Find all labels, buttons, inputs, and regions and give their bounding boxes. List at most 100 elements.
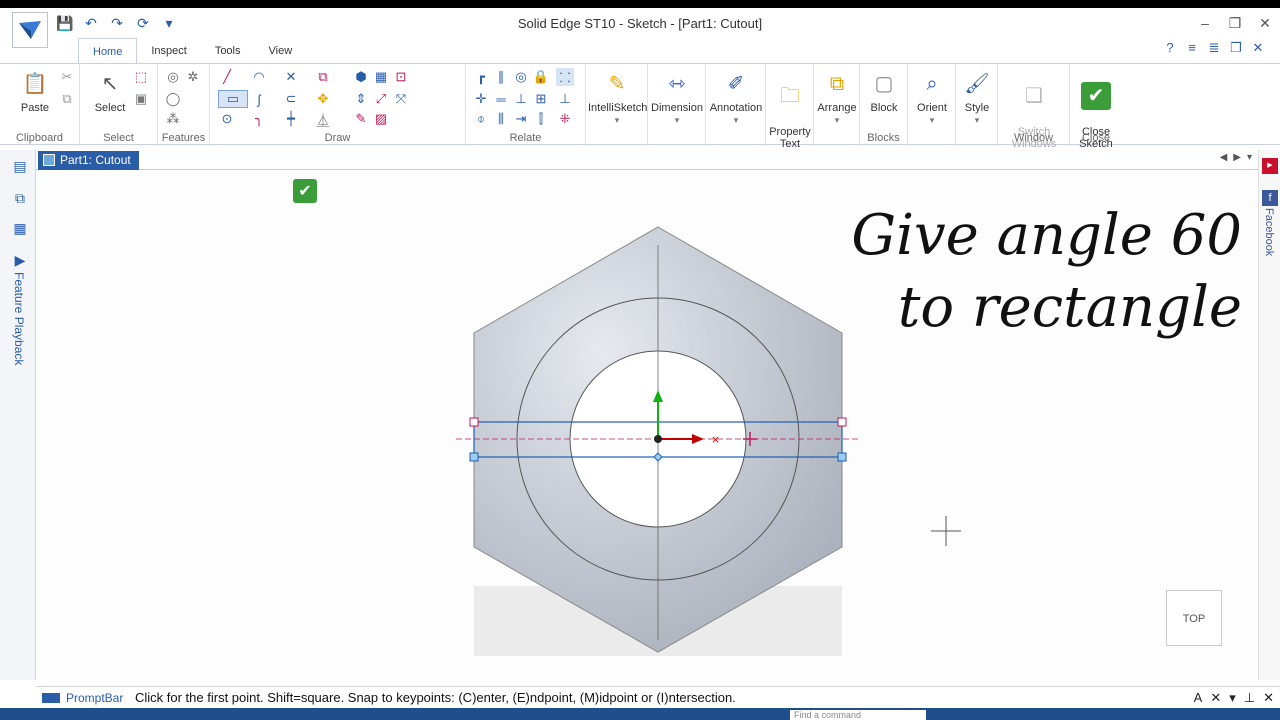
move-icon[interactable]: ✥: [314, 90, 332, 108]
group-orient: ⌕ Orient ▾: [908, 64, 956, 146]
arrange-button[interactable]: ⧉ Arrange ▾: [816, 70, 858, 126]
mirror-icon[interactable]: ⏅: [314, 110, 332, 128]
ribbon-tabs: Home Inspect Tools View: [78, 38, 306, 64]
collapse-icon[interactable]: ✕: [1210, 690, 1221, 706]
copy-icon[interactable]: ⧉: [58, 90, 76, 108]
feature-playback-icon[interactable]: ▶: [10, 252, 30, 272]
style-button[interactable]: 🖌 Style ▾: [958, 70, 996, 126]
intellisketch-label: IntelliSketch: [588, 102, 648, 114]
tab-prev-icon[interactable]: ◀: [1220, 152, 1228, 163]
extend-icon[interactable]: ⊂: [282, 90, 300, 108]
group-label-window: Window: [1013, 132, 1054, 144]
window-select-icon[interactable]: ▣: [132, 90, 150, 108]
promptbar-label[interactable]: PromptBar: [42, 691, 123, 705]
arc-icon[interactable]: ◠: [250, 68, 268, 86]
document-tab[interactable]: Part1: Cutout: [38, 151, 139, 170]
cut-icon[interactable]: ✂: [58, 68, 76, 86]
view-orientation-cube[interactable]: TOP: [1166, 590, 1222, 646]
restore-doc-icon[interactable]: ❐: [1228, 40, 1244, 56]
maintain-relationships-icon[interactable]: ⊥: [556, 90, 574, 108]
layout-icon[interactable]: ≡: [1184, 40, 1200, 56]
symmetric-icon[interactable]: ⊡: [392, 68, 410, 86]
rect-corner-handle[interactable]: [837, 417, 847, 427]
block-button[interactable]: ▢ Block: [864, 70, 904, 114]
close-sketch-check-icon: ✔: [1081, 82, 1111, 110]
close-promptbar-icon[interactable]: ✕: [1263, 690, 1274, 706]
fill-icon[interactable]: ▨: [372, 110, 390, 128]
property-text-label: Property Text: [769, 126, 811, 150]
scale-icon[interactable]: ⤧: [392, 90, 410, 108]
connect-icon[interactable]: ┏: [472, 68, 490, 86]
horizontal-vertical-icon[interactable]: ✛: [472, 90, 490, 108]
tab-view[interactable]: View: [255, 38, 307, 64]
orient-button[interactable]: ⌕ Orient ▾: [912, 70, 952, 126]
circle-icon[interactable]: ⊙: [218, 110, 236, 128]
symmetric-relate-icon[interactable]: ⫼: [492, 110, 510, 128]
gear-feature-icon[interactable]: ✲: [184, 68, 202, 86]
hole-feature-icon[interactable]: ◎: [164, 68, 182, 86]
options-icon[interactable]: ≣: [1206, 40, 1222, 56]
perpendicular-icon[interactable]: ⊥: [512, 90, 530, 108]
project-icon[interactable]: ⬢: [352, 68, 370, 86]
relationship-handles-icon[interactable]: ⸬: [556, 68, 574, 86]
layers-icon[interactable]: ⧉: [10, 190, 30, 210]
close-icon[interactable]: ✕: [1250, 12, 1280, 34]
dimension-button[interactable]: ⇿ Dimension ▾: [650, 70, 704, 126]
rect-corner-handle[interactable]: [469, 417, 479, 427]
lock-icon[interactable]: 🔒: [532, 68, 550, 86]
command-finder-input[interactable]: Find a command: [790, 710, 926, 720]
line-icon[interactable]: ╱: [218, 68, 236, 86]
group-label-close: Close: [1081, 132, 1111, 144]
pin-icon[interactable]: ⊥: [1244, 690, 1255, 706]
expand-icon[interactable]: ▾: [1229, 690, 1236, 706]
sketch-pen-icon[interactable]: ✎: [352, 110, 370, 128]
collinear-icon[interactable]: ⊞: [532, 90, 550, 108]
pattern-feature-icon[interactable]: ⁂: [164, 110, 182, 128]
minimize-icon[interactable]: –: [1190, 12, 1220, 34]
trim-icon[interactable]: ✕: [282, 68, 300, 86]
tab-home[interactable]: Home: [78, 38, 138, 64]
rect-corner-handle[interactable]: [837, 452, 847, 462]
youtube-icon[interactable]: ▶: [1262, 158, 1278, 174]
paste-button[interactable]: 📋 Paste: [12, 70, 58, 114]
tab-next-icon[interactable]: ▶: [1233, 152, 1241, 163]
rigid-icon[interactable]: ⇥: [512, 110, 530, 128]
document-tab-nav: ◀ ▶ ▾: [1220, 152, 1252, 163]
equal-icon[interactable]: ═: [492, 90, 510, 108]
curve-icon[interactable]: ∫: [250, 90, 268, 108]
rect-corner-handle[interactable]: [469, 452, 479, 462]
feature-playback-tab[interactable]: Feature Playback: [12, 272, 26, 365]
tangent-icon[interactable]: ⌽: [472, 110, 490, 128]
close-doc-icon[interactable]: ✕: [1250, 40, 1266, 56]
dimension-axis-icon[interactable]: ⇕: [352, 90, 370, 108]
tab-inspect[interactable]: Inspect: [137, 38, 200, 64]
window-title: Solid Edge ST10 - Sketch - [Part1: Cutou…: [517, 16, 763, 31]
parallel-icon[interactable]: ∥: [492, 68, 510, 86]
library-icon[interactable]: ▦: [10, 220, 30, 240]
annotation-button[interactable]: ✐ Annotation ▾: [708, 70, 764, 126]
property-text-button[interactable]: 🗀 Property Text: [768, 70, 812, 150]
select-button[interactable]: ↖ Select: [90, 70, 130, 114]
include-icon[interactable]: ▦: [372, 68, 390, 86]
concentric-icon[interactable]: ◎: [512, 68, 530, 86]
facebook-icon[interactable]: f: [1262, 190, 1278, 206]
font-size-icon[interactable]: A: [1194, 690, 1203, 706]
pathfinder-icon[interactable]: ▤: [10, 158, 30, 178]
relationship-assistant-icon[interactable]: ⁜: [556, 110, 574, 128]
facebook-label[interactable]: Facebook: [1263, 208, 1275, 256]
split-icon[interactable]: ┿: [282, 110, 300, 128]
align-icon[interactable]: ⫿: [532, 110, 550, 128]
round-feature-icon[interactable]: ◯: [164, 90, 182, 108]
fillet-icon[interactable]: ╮: [250, 110, 268, 128]
rectangle-tool-icon[interactable]: ▭: [218, 90, 248, 108]
tutorial-line-1: Give angle 60: [851, 203, 1242, 268]
offset-icon[interactable]: ⧉: [314, 68, 332, 86]
help-icon[interactable]: ?: [1162, 40, 1178, 56]
intellisketch-button[interactable]: ✎ IntelliSketch ▾: [588, 70, 648, 126]
tab-list-icon[interactable]: ▾: [1247, 152, 1252, 163]
select-tools-icon[interactable]: ⬚: [132, 68, 150, 86]
group-label-select: Select: [103, 132, 134, 144]
tab-tools[interactable]: Tools: [201, 38, 255, 64]
construction-icon[interactable]: ⤢: [372, 90, 390, 108]
restore-icon[interactable]: ❐: [1220, 12, 1250, 34]
